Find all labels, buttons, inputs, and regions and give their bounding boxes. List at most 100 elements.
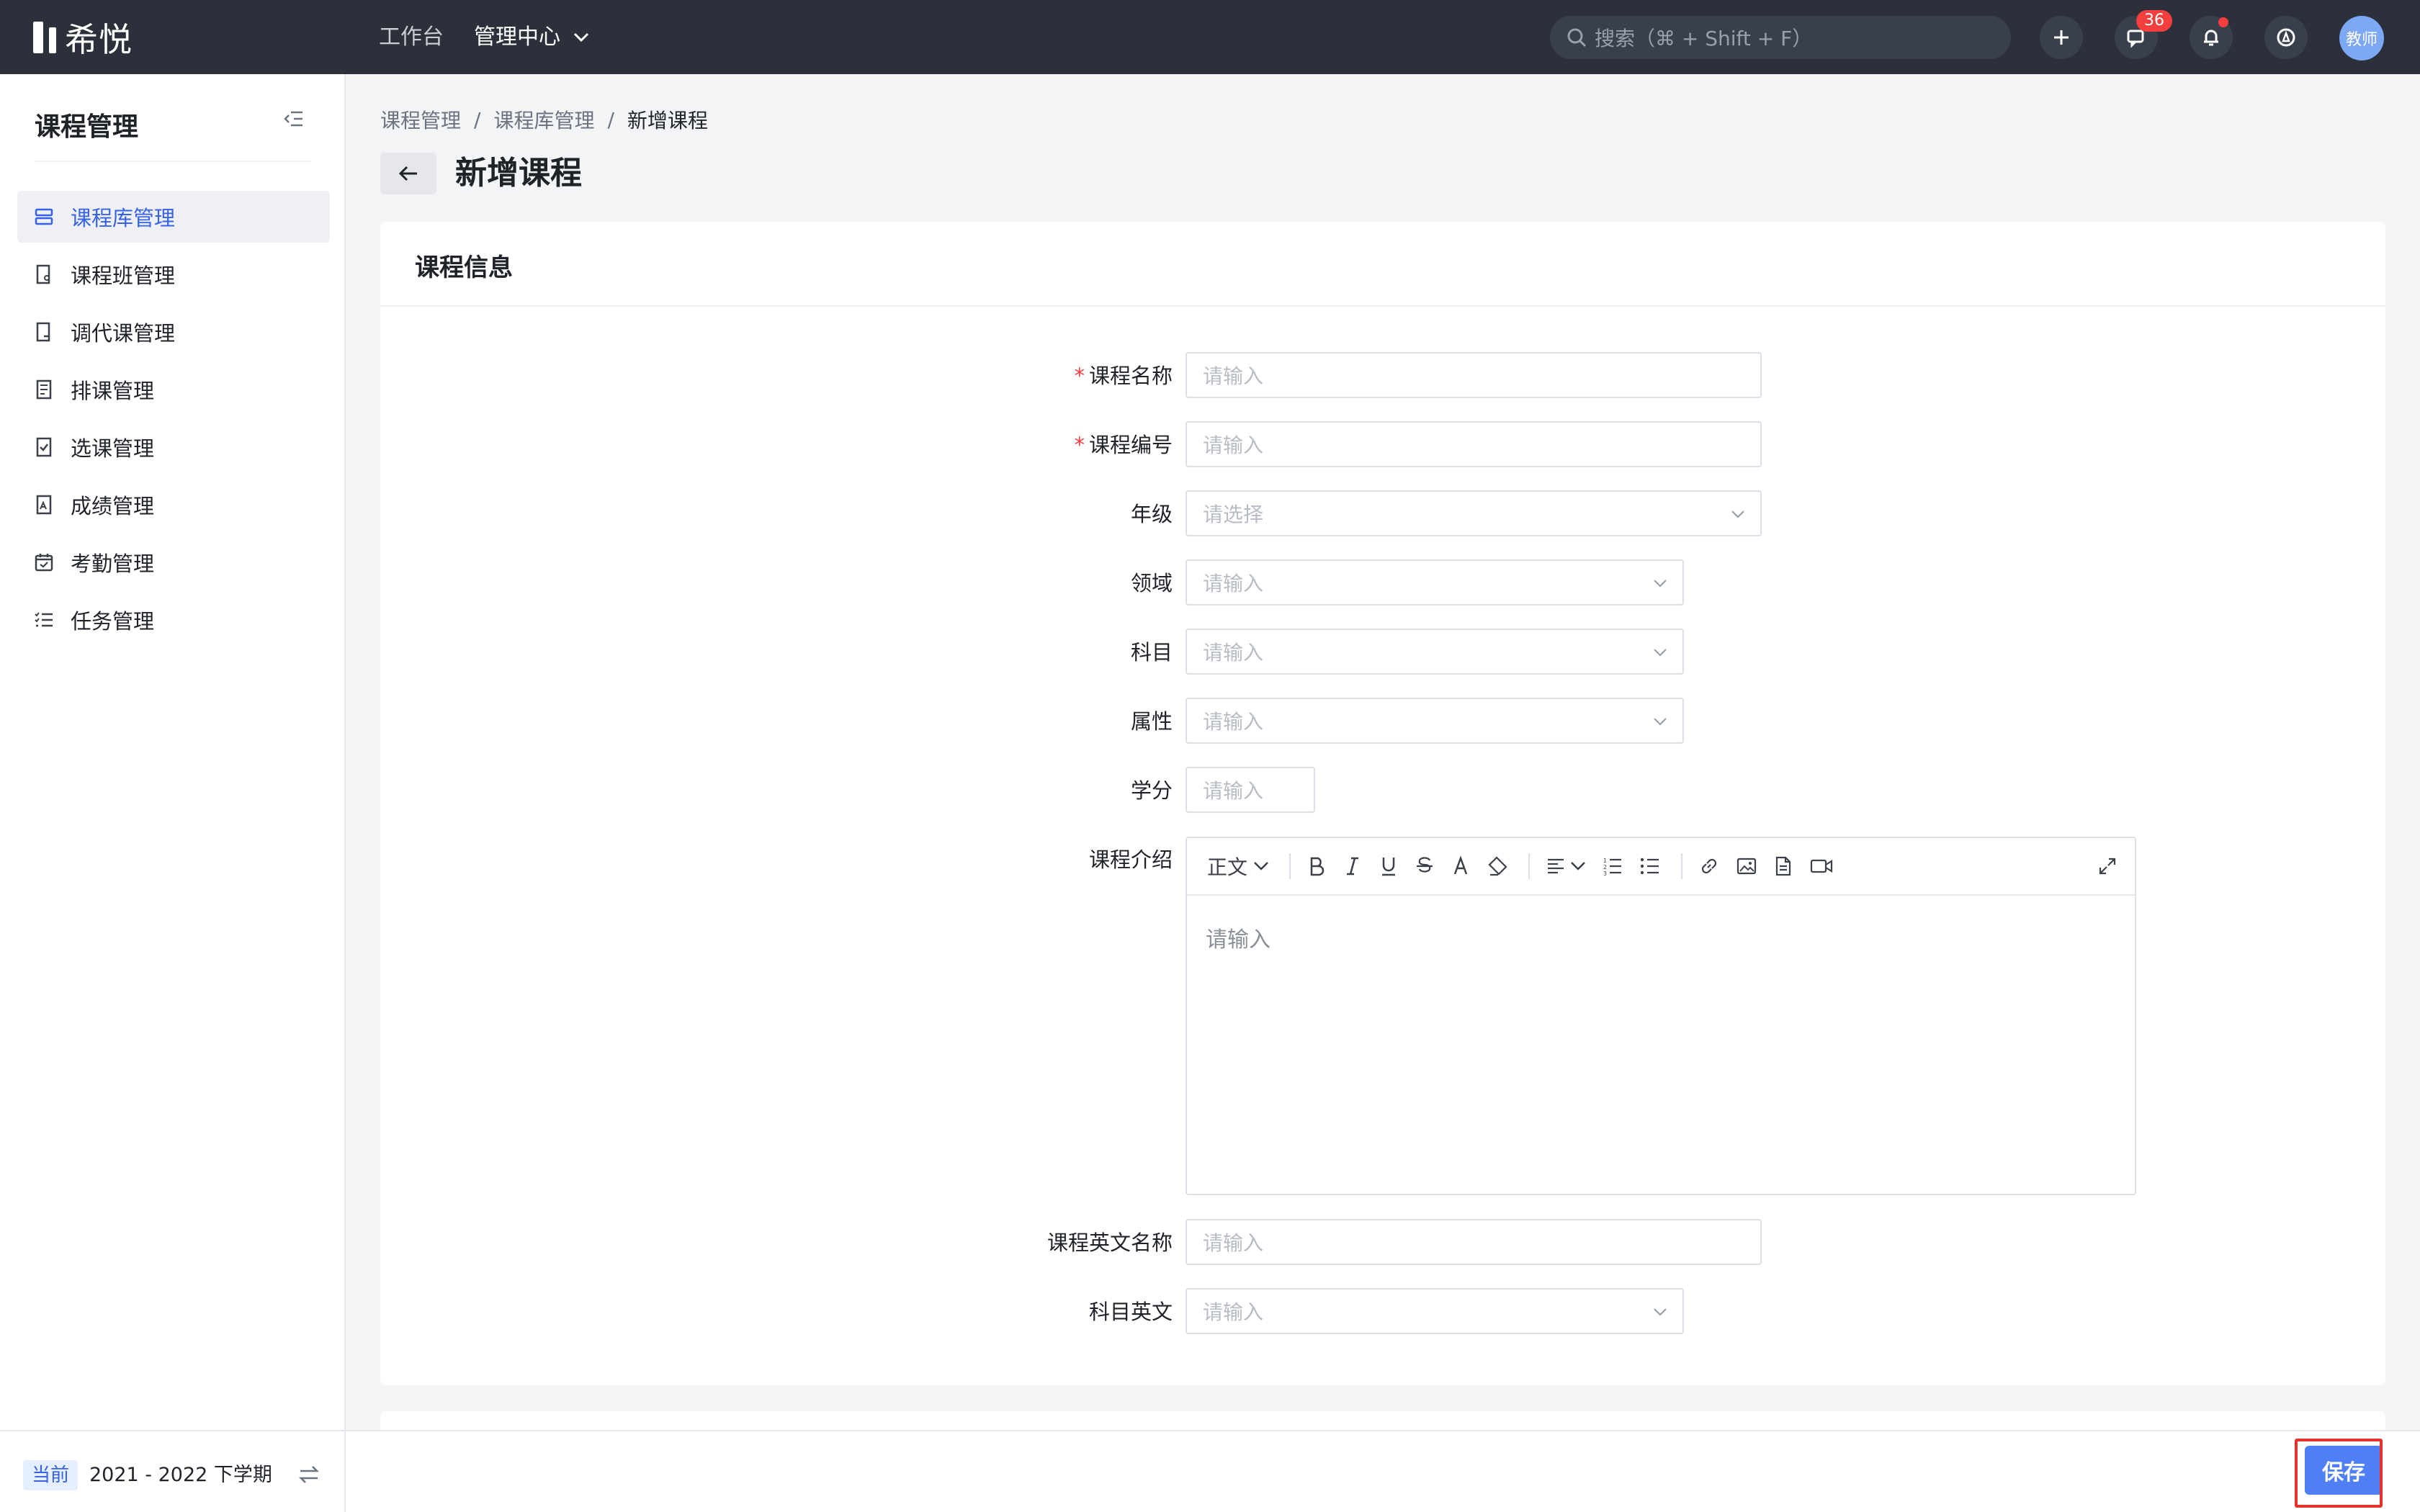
add-button[interactable]	[2040, 16, 2083, 59]
breadcrumb-course-management[interactable]: 课程管理	[380, 105, 461, 134]
footer-action-bar	[346, 1430, 2420, 1512]
logo-text: 希悦	[65, 20, 133, 59]
file-icon[interactable]	[1773, 852, 1793, 881]
field-placeholder: 请输入	[1203, 641, 1264, 665]
subject-english-select[interactable]: 请输入	[1186, 1288, 1684, 1334]
logo-mark-secondary	[49, 27, 56, 53]
editor-placeholder: 请输入	[1206, 927, 1270, 953]
check-doc-icon	[33, 436, 55, 458]
font-color-icon[interactable]	[1451, 852, 1471, 881]
sidebar-item-course-class[interactable]: 课程班管理	[17, 248, 330, 300]
field-placeholder: 请输入	[1203, 433, 1264, 457]
fullscreen-icon[interactable]	[2097, 852, 2118, 881]
current-term-text: 2021 - 2022 下学期	[89, 1464, 272, 1486]
video-icon[interactable]	[1809, 852, 1834, 881]
sidebar-item-course-library[interactable]: 课程库管理	[17, 191, 330, 243]
chevron-down-icon	[1570, 861, 1586, 871]
sidebar-divider	[35, 161, 311, 162]
search-input[interactable]: 搜索（⌘ + Shift + F）	[1550, 16, 2011, 59]
link-icon[interactable]	[1698, 852, 1720, 881]
grade-select[interactable]: 请选择	[1186, 490, 1762, 536]
svg-text:1: 1	[1603, 858, 1607, 864]
bold-icon[interactable]	[1307, 852, 1327, 881]
sidebar-item-selection[interactable]: 选课管理	[17, 421, 330, 473]
domain-label: 领域	[1130, 571, 1173, 595]
nav-admin-center[interactable]: 管理中心	[474, 22, 589, 53]
breadcrumb: 课程管理 / 课程库管理 / 新增课程	[380, 105, 708, 134]
subject-select[interactable]: 请输入	[1186, 629, 1684, 675]
image-icon[interactable]	[1736, 852, 1757, 881]
required-mark: *	[1074, 364, 1085, 388]
field-placeholder: 请输入	[1203, 710, 1264, 734]
field-placeholder: 请输入	[1203, 779, 1264, 803]
chevron-down-icon	[1652, 644, 1668, 660]
grade-doc-icon	[33, 494, 55, 516]
english-name-input[interactable]: 请输入	[1186, 1219, 1762, 1265]
course-code-label: * 课程编号	[1074, 433, 1173, 457]
notification-dot	[2218, 17, 2228, 27]
card-header: 课程信息	[380, 222, 2385, 307]
app-switch-button[interactable]	[2264, 16, 2308, 59]
clear-format-icon[interactable]	[1487, 852, 1508, 881]
course-code-input[interactable]: 请输入	[1186, 421, 1762, 467]
chevron-down-icon	[1652, 575, 1668, 591]
sidebar-item-label: 选课管理	[71, 436, 155, 461]
nav-workbench[interactable]: 工作台	[379, 22, 444, 53]
course-name-input[interactable]: 请输入	[1186, 352, 1762, 398]
nav-admin-label: 管理中心	[474, 24, 560, 50]
sidebar-item-label: 任务管理	[71, 609, 155, 634]
svg-text:2: 2	[1603, 864, 1607, 870]
paragraph-style-label: 正文	[1207, 855, 1248, 879]
compass-icon	[2275, 27, 2297, 48]
messages-button[interactable]: 36	[2115, 10, 2172, 59]
field-placeholder: 请输入	[1203, 364, 1264, 388]
chevron-down-icon	[573, 32, 589, 42]
card-title: 课程信息	[415, 253, 513, 282]
domain-select[interactable]: 请输入	[1186, 559, 1684, 606]
app-logo[interactable]: 希悦	[33, 17, 133, 59]
toolbar-separator	[1681, 853, 1683, 879]
sidebar-item-substitute[interactable]: 调代课管理	[17, 306, 330, 358]
strikethrough-icon[interactable]	[1415, 852, 1435, 881]
breadcrumb-course-library[interactable]: 课程库管理	[493, 105, 594, 134]
sidebar-item-grades[interactable]: 成绩管理	[17, 479, 330, 531]
chevron-down-icon	[1652, 1304, 1668, 1320]
editor-content[interactable]: 请输入	[1187, 896, 2135, 979]
paragraph-style-dropdown[interactable]: 正文	[1207, 852, 1269, 881]
class-doc-icon	[33, 264, 55, 285]
term-selector: 当前 2021 - 2022 下学期	[0, 1430, 344, 1512]
rich-text-editor[interactable]: 正文 123 请输入	[1186, 837, 2136, 1195]
swap-icon[interactable]	[298, 1464, 320, 1485]
attribute-select[interactable]: 请输入	[1186, 698, 1684, 744]
collapse-sidebar-icon[interactable]	[284, 110, 304, 127]
subject-label: 科目	[1130, 640, 1173, 665]
search-icon	[1566, 27, 1587, 48]
sidebar: 课程管理 课程库管理 课程班管理 调代课管理 排课管理 选课管理 成绩管理 考勤…	[0, 74, 346, 1512]
arrow-left-icon	[398, 164, 419, 183]
save-button-highlight	[2295, 1439, 2383, 1508]
notifications-button[interactable]	[2190, 16, 2233, 59]
field-placeholder: 请输入	[1203, 1231, 1264, 1255]
chevron-down-icon	[1652, 714, 1668, 729]
ordered-list-icon[interactable]: 123	[1602, 852, 1623, 881]
sidebar-item-scheduling[interactable]: 排课管理	[17, 364, 330, 415]
stack-icon	[33, 206, 55, 228]
sidebar-item-attendance[interactable]: 考勤管理	[17, 536, 330, 588]
task-list-icon	[33, 609, 55, 631]
breadcrumb-separator: /	[474, 107, 481, 132]
align-dropdown[interactable]	[1546, 852, 1586, 881]
avatar[interactable]: 教师	[2339, 16, 2384, 60]
plus-icon	[2052, 28, 2071, 47]
toolbar-separator	[1289, 853, 1291, 879]
sidebar-item-tasks[interactable]: 任务管理	[17, 594, 330, 646]
align-left-icon	[1546, 856, 1566, 876]
sidebar-item-label: 调代课管理	[71, 321, 176, 346]
bell-icon	[2200, 27, 2222, 48]
breadcrumb-current: 新增课程	[627, 109, 708, 132]
bullet-list-icon[interactable]	[1639, 852, 1661, 881]
underline-icon[interactable]	[1379, 852, 1399, 881]
attribute-label: 属性	[1130, 709, 1173, 734]
credit-input[interactable]: 请输入	[1186, 767, 1315, 813]
back-button[interactable]	[380, 153, 436, 194]
italic-icon[interactable]	[1343, 852, 1363, 881]
